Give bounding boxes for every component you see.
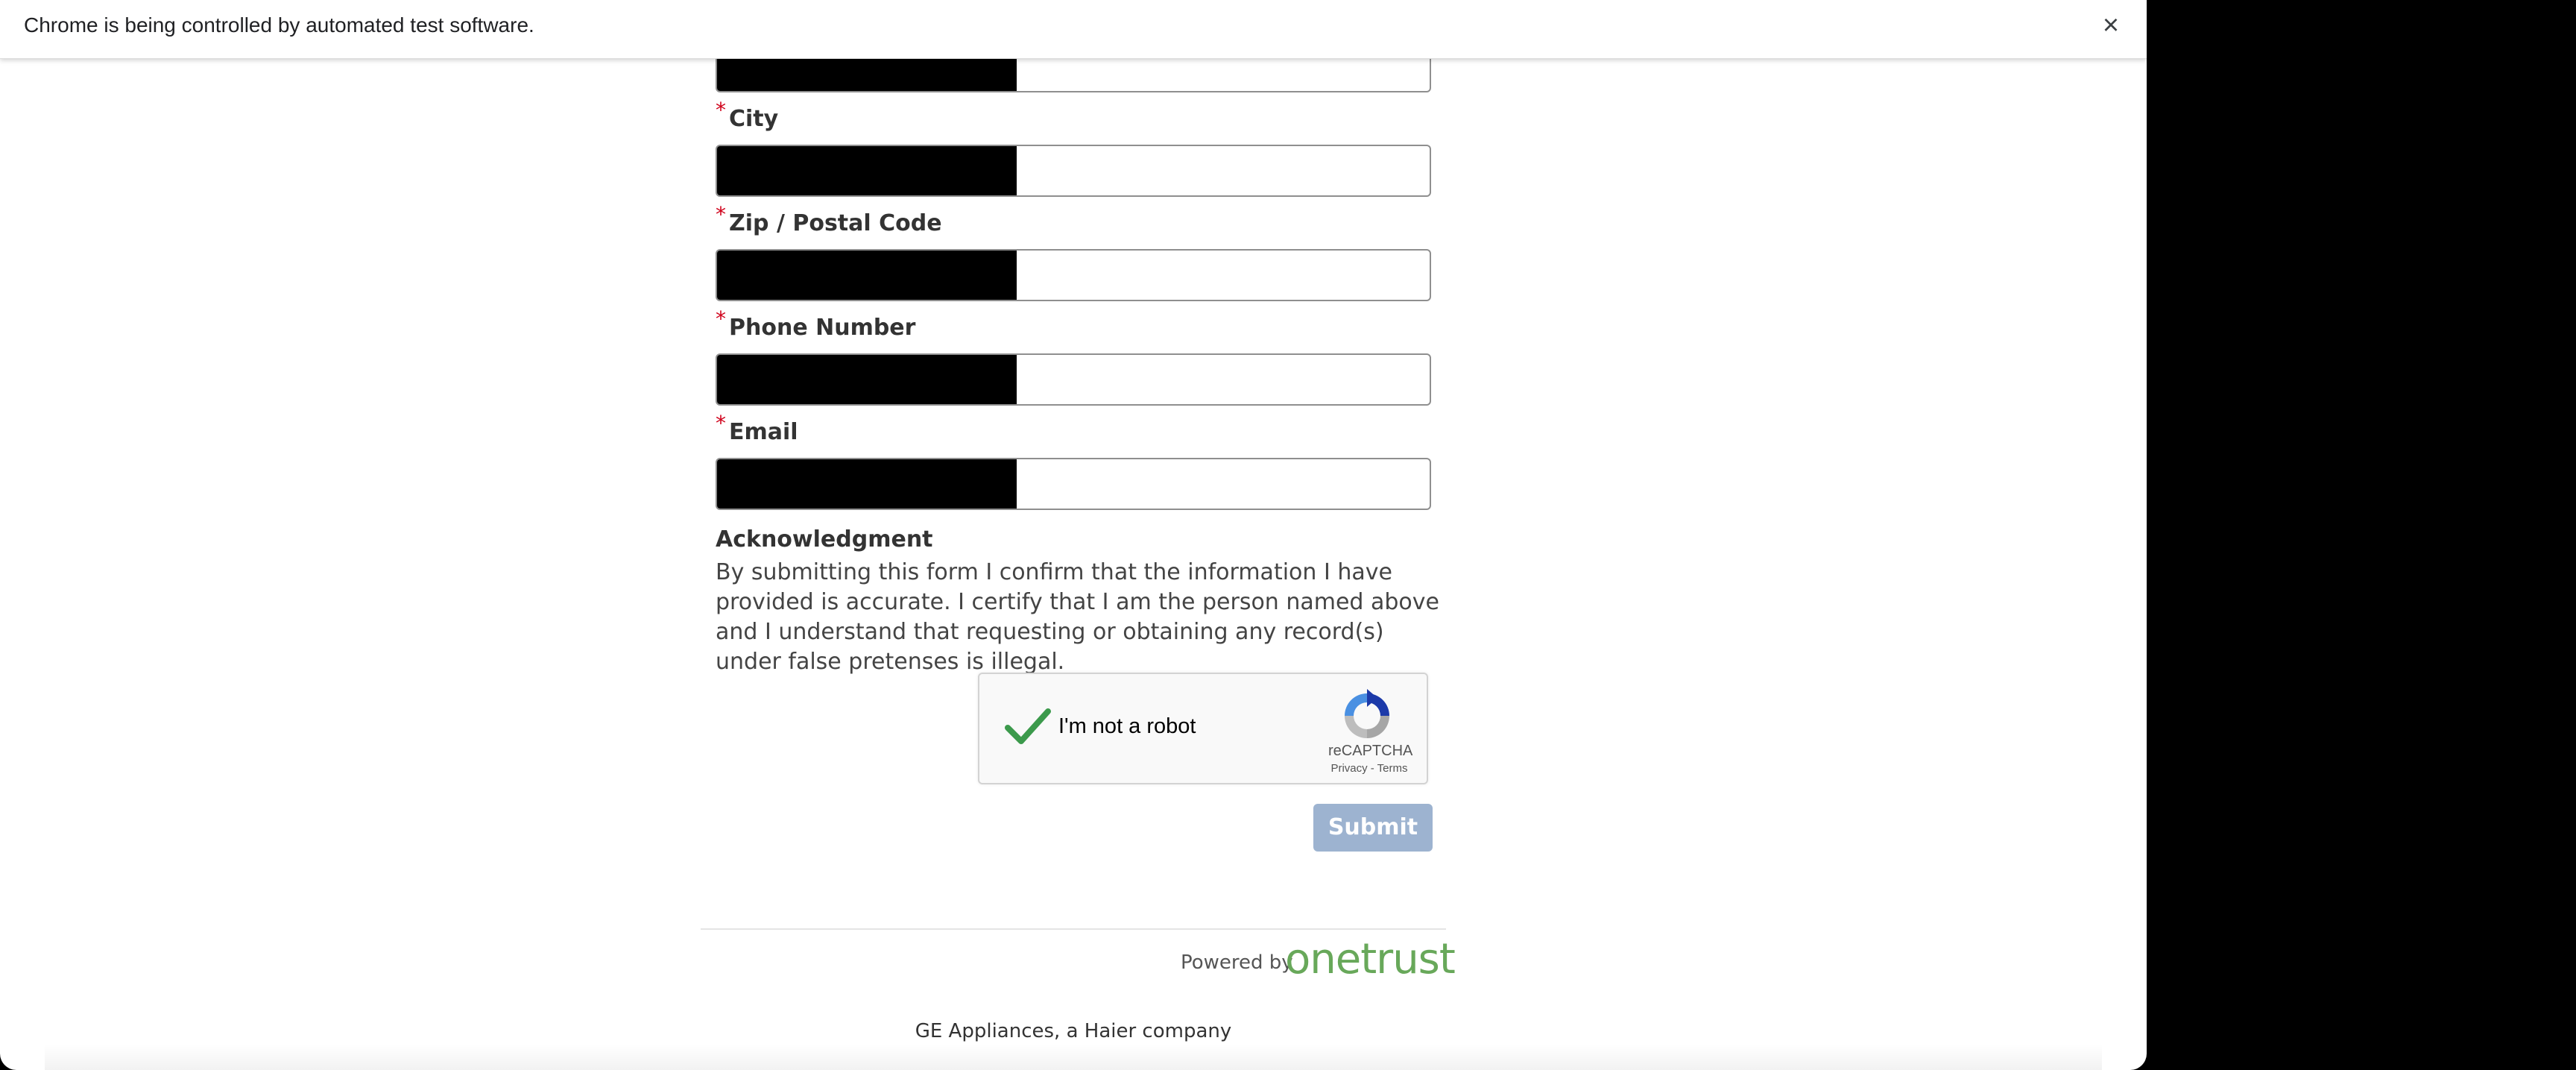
- acknowledgment-text: By submitting this form I confirm that t…: [716, 559, 1440, 675]
- recaptcha-brand: reCAPTCHA: [1328, 743, 1413, 759]
- recaptcha-label: I'm not a robot: [1058, 714, 1196, 738]
- submit-button[interactable]: Submit: [1313, 804, 1433, 852]
- powered-by-text: Powered by: [1181, 951, 1293, 974]
- email-input[interactable]: [716, 458, 1431, 510]
- zip-label-text: Zip / Postal Code: [729, 210, 942, 236]
- email-label-text: Email: [729, 419, 798, 445]
- redacted-value: [717, 251, 1017, 300]
- city-input[interactable]: [716, 145, 1431, 197]
- recaptcha-privacy-terms-links[interactable]: Privacy - Terms: [1316, 762, 1422, 775]
- phone-label-text: Phone Number: [729, 315, 916, 341]
- phone-label: * Phone Number: [716, 306, 916, 341]
- required-marker: *: [716, 202, 726, 227]
- redacted-value: [717, 459, 1017, 509]
- close-icon[interactable]: ×: [2097, 10, 2124, 40]
- city-label-text: City: [729, 106, 779, 132]
- automation-infobar: Chrome is being controlled by automated …: [0, 0, 2147, 59]
- footer-company: GE Appliances, a Haier company: [915, 1020, 1232, 1042]
- checkmark-icon[interactable]: [1003, 702, 1052, 752]
- infobar-message: Chrome is being controlled by automated …: [24, 13, 534, 37]
- required-marker: *: [716, 411, 726, 435]
- zip-input[interactable]: [716, 249, 1431, 301]
- browser-window: Chrome is being controlled by automated …: [0, 0, 2147, 1070]
- recaptcha-logo-icon: [1345, 689, 1389, 738]
- required-marker: *: [716, 306, 726, 331]
- recaptcha-widget[interactable]: I'm not a robot reCAPTCHA Privacy - Term…: [978, 673, 1428, 784]
- phone-input[interactable]: [716, 353, 1431, 406]
- email-label: * Email: [716, 411, 798, 445]
- redacted-value: [717, 355, 1017, 404]
- footer-divider: [701, 928, 1446, 930]
- city-label: * City: [716, 98, 779, 132]
- required-marker: *: [716, 98, 726, 122]
- onetrust-logo[interactable]: onetrust: [1285, 935, 1456, 984]
- bottom-fade: [45, 1044, 2102, 1070]
- acknowledgment-title: Acknowledgment: [716, 526, 933, 553]
- zip-label: * Zip / Postal Code: [716, 202, 942, 236]
- redacted-value: [717, 146, 1017, 195]
